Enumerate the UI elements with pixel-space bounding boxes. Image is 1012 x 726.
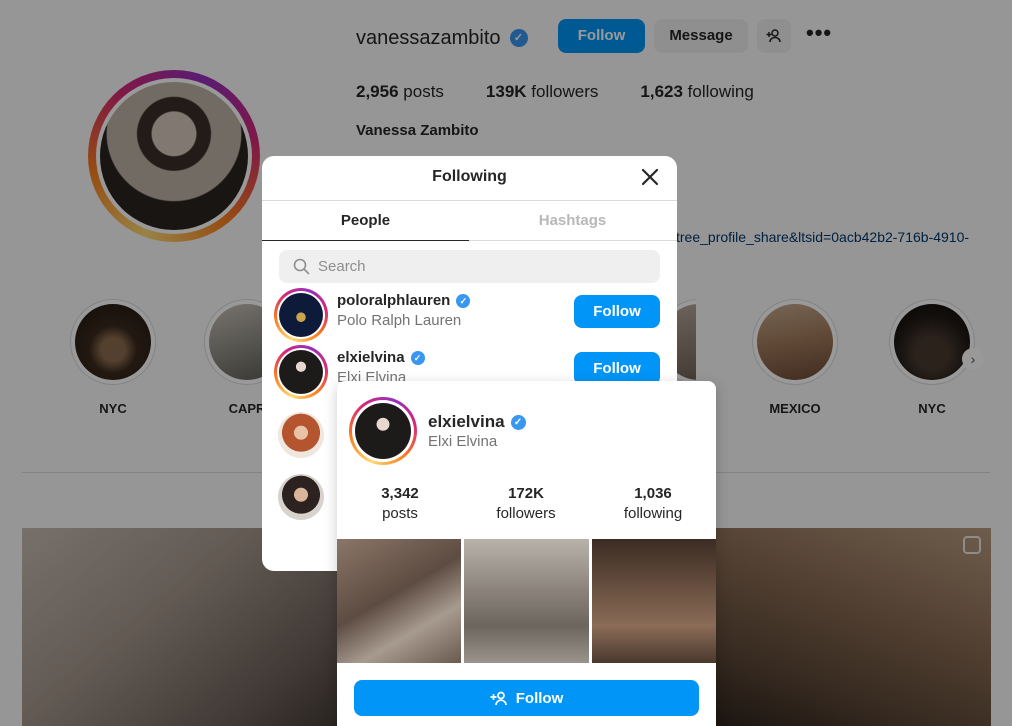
hover-stat-posts: 3,342 posts: [381, 485, 419, 522]
active-tab-indicator: [262, 240, 469, 241]
following-username[interactable]: elxielvina ✓: [337, 349, 425, 366]
verified-badge-icon: ✓: [410, 350, 425, 365]
following-full-name: Polo Ralph Lauren: [337, 312, 462, 329]
tab-hashtags[interactable]: Hashtags: [469, 212, 676, 229]
hover-username[interactable]: elxielvina ✓: [428, 412, 526, 432]
hover-follow-label: Follow: [515, 689, 564, 707]
following-username[interactable]: poloralphlauren ✓: [337, 292, 471, 309]
modal-header-divider: [262, 200, 677, 201]
hover-follow-button[interactable]: Follow: [354, 680, 699, 716]
profile-hover-card: elxielvina ✓ Elxi Elvina 3,342 posts 172K…: [337, 381, 716, 726]
tab-people[interactable]: People: [262, 212, 469, 229]
verified-badge-icon: ✓: [510, 414, 526, 430]
avatar[interactable]: [274, 345, 328, 399]
hover-full-name: Elxi Elvina: [428, 433, 498, 450]
avatar[interactable]: [349, 397, 417, 465]
post-thumbnail[interactable]: [464, 539, 589, 663]
tab-divider: [469, 240, 677, 241]
close-icon[interactable]: [639, 166, 661, 188]
search-input[interactable]: [318, 258, 638, 275]
following-list-item[interactable]: poloralphlauren ✓ Polo Ralph Lauren Follo…: [274, 288, 664, 342]
search-icon: [293, 258, 310, 275]
follow-button[interactable]: Follow: [574, 295, 660, 328]
hover-stat-followers: 172K followers: [496, 485, 556, 522]
add-user-icon: [490, 691, 507, 705]
avatar[interactable]: [274, 470, 328, 524]
hover-post-grid: [337, 539, 716, 663]
avatar[interactable]: [274, 408, 328, 462]
avatar[interactable]: [274, 288, 328, 342]
post-thumbnail[interactable]: [591, 539, 716, 663]
hover-stat-following: 1,036 following: [623, 485, 683, 522]
search-box[interactable]: [279, 250, 660, 283]
verified-badge-icon: ✓: [456, 293, 471, 308]
post-thumbnail[interactable]: [337, 539, 462, 663]
modal-title: Following: [432, 168, 507, 185]
